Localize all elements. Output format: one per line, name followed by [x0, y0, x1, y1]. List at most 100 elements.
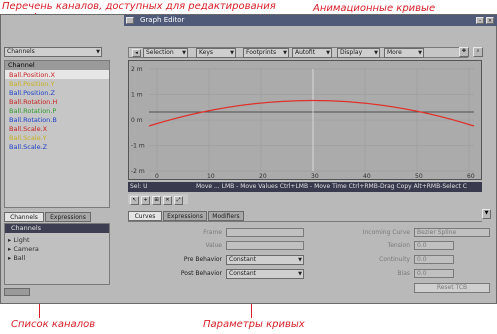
bias-label: Bias: [397, 270, 410, 277]
chevron-down-icon: ▼: [298, 257, 302, 263]
tangent-tool-icon[interactable]: ⤢: [174, 196, 183, 205]
close-icon[interactable]: ×: [486, 17, 494, 24]
tree-item-camera[interactable]: ▸ Camera: [8, 245, 39, 254]
post-behavior-label: Post Behavior: [180, 270, 222, 277]
graph-tools: ↖ + ⊞ ✕ ⤢: [128, 194, 188, 205]
annotation-animation-curves: Анимационные кривые: [313, 3, 436, 14]
autofit-dropdown[interactable]: Autofit ▼: [292, 48, 332, 58]
tab-curves[interactable]: Curves: [128, 211, 162, 221]
minimize-icon[interactable]: –: [476, 17, 484, 24]
panel-options-icon[interactable]: ▼: [482, 209, 491, 219]
curve-graph[interactable]: 2 m 1 m 0 m -1 m -2 m 0 10 20 30 40 50 60: [128, 60, 482, 180]
value-label: Value: [205, 242, 222, 249]
tree-label: Light: [13, 236, 30, 244]
window-menu-icon[interactable]: [126, 17, 134, 24]
channels-dropdown-label: Channels: [7, 48, 35, 55]
post-behavior-value: Constant: [229, 270, 256, 277]
chevron-down-icon: ▼: [230, 50, 234, 56]
channel-tree-header: Channels: [5, 224, 109, 233]
keys-dropdown[interactable]: Keys ▼: [196, 48, 236, 58]
move-view-icon[interactable]: ✥: [459, 47, 469, 57]
y-tick-label: 1 m: [131, 92, 143, 99]
continuity-label: Continuity: [379, 256, 410, 263]
tree-label: Ball: [13, 254, 26, 262]
display-label: Display: [340, 49, 363, 56]
channel-tree-panel: Channels ▸ Light ▸ Camera ▸ Ball: [4, 223, 110, 285]
annotation-curve-params: Параметры кривых: [203, 319, 305, 330]
channel-item[interactable]: Ball.Scale.Y: [9, 134, 47, 142]
tab-channels[interactable]: Channels: [4, 212, 44, 222]
more-label: More: [387, 49, 402, 56]
channel-list-header: Channel: [5, 61, 109, 70]
chevron-down-icon: ▼: [374, 50, 378, 56]
tree-item-light[interactable]: ▸ Light: [8, 236, 30, 245]
value-field[interactable]: [226, 241, 304, 250]
animation-curve: [148, 99, 475, 127]
continuity-field[interactable]: 0.0: [414, 255, 454, 264]
channel-item[interactable]: Ball.Scale.Z: [9, 143, 47, 151]
chevron-down-icon: ▼: [326, 50, 330, 56]
y-tick-label: -2 m: [131, 168, 145, 175]
x-tick-label: 40: [363, 173, 371, 179]
tension-field[interactable]: 0.0: [414, 241, 454, 250]
channel-item[interactable]: Ball.Rotation.H: [9, 98, 57, 106]
select-tool-icon[interactable]: ↖: [130, 196, 139, 205]
frame-field[interactable]: [226, 228, 304, 237]
channel-item[interactable]: Ball.Scale.X: [9, 125, 47, 133]
tab-divider: [128, 221, 482, 222]
window-titlebar: Graph Editor – ×: [124, 15, 497, 26]
annotation-channels-editable: Перечень каналов, доступных для редактир…: [2, 1, 276, 12]
channel-item[interactable]: Ball.Rotation.P: [9, 107, 56, 115]
x-tick-label: 10: [207, 173, 215, 179]
incoming-curve-value: Bezier Spline: [417, 229, 457, 236]
reset-tcb-button[interactable]: Reset TCB: [414, 283, 490, 293]
x-tick-label: 20: [259, 173, 267, 179]
window-title: Graph Editor: [140, 16, 185, 24]
selection-status: Sel: U: [130, 183, 148, 190]
y-tick-label: 0 m: [131, 117, 143, 124]
channel-item[interactable]: Ball.Position.X: [9, 71, 55, 79]
x-tick-label: 50: [415, 173, 423, 179]
keys-label: Keys: [199, 49, 214, 56]
bias-field[interactable]: 0.0: [414, 269, 454, 278]
zoom-view-icon[interactable]: ⌕: [473, 47, 483, 57]
chevron-down-icon: ▼: [298, 271, 302, 277]
tab-modifiers[interactable]: Modifiers: [208, 211, 244, 221]
tension-value: 0.0: [417, 242, 427, 249]
chevron-down-icon: ▼: [283, 50, 287, 56]
incoming-curve-label: Incoming Curve: [362, 229, 410, 236]
bias-value: 0.0: [417, 270, 427, 277]
channels-dropdown[interactable]: Channels ▼: [4, 47, 102, 57]
autofit-label: Autofit: [295, 49, 316, 56]
pre-behavior-label: Pre Behavior: [183, 256, 222, 263]
horizontal-scrollbar[interactable]: [4, 288, 30, 296]
footprints-label: Footprints: [246, 49, 277, 56]
more-dropdown[interactable]: More ▼: [384, 48, 424, 58]
footprints-dropdown[interactable]: Footprints ▼: [243, 48, 289, 58]
channel-item[interactable]: Ball.Position.Z: [9, 89, 55, 97]
delete-key-icon[interactable]: ✕: [163, 196, 172, 205]
tab-expressions-curve[interactable]: Expressions: [163, 211, 207, 221]
channel-item[interactable]: Ball.Rotation.B: [9, 116, 57, 124]
tab-expressions[interactable]: Expressions: [45, 212, 91, 222]
curve-graph-svg: 2 m 1 m 0 m -1 m -2 m 0 10 20 30 40 50 60: [131, 66, 475, 179]
zoom-tool-icon[interactable]: ⊞: [152, 196, 161, 205]
frame-label: Frame: [203, 229, 222, 236]
x-tick-label: 30: [311, 173, 319, 179]
x-tick-label: 60: [467, 173, 475, 179]
tree-item-ball[interactable]: ▸ Ball: [8, 254, 25, 263]
display-dropdown[interactable]: Display ▼: [337, 48, 380, 58]
post-behavior-select[interactable]: Constant ▼: [226, 269, 304, 279]
channel-list-panel: Channel Ball.Position.X Ball.Position.Y Ba…: [4, 60, 110, 208]
channel-item[interactable]: Ball.Position.Y: [9, 80, 54, 88]
graph-statusbar: Sel: U Move ... LMB - Move Values Ctrl+L…: [128, 182, 482, 192]
continuity-value: 0.0: [417, 256, 427, 263]
chevron-down-icon: ▼: [182, 50, 186, 56]
y-tick-label: -1 m: [131, 143, 145, 150]
add-key-icon[interactable]: +: [141, 196, 150, 205]
collapse-arrow-icon[interactable]: ◂: [132, 49, 141, 57]
tree-label: Camera: [13, 245, 39, 253]
selection-dropdown[interactable]: Selection ▼: [143, 48, 188, 58]
pre-behavior-select[interactable]: Constant ▼: [226, 255, 304, 265]
incoming-curve-select[interactable]: Bezier Spline: [414, 228, 490, 237]
